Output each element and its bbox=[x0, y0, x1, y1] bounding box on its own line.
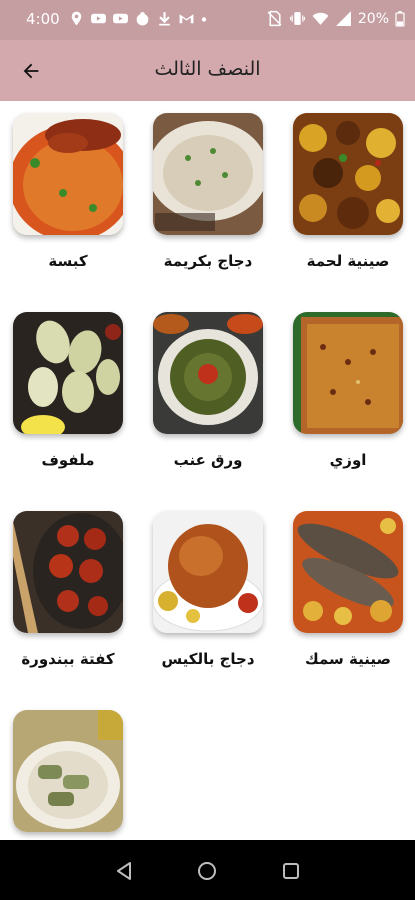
dot-icon bbox=[201, 17, 207, 22]
youtube-icon bbox=[91, 13, 106, 24]
kofta-tomato-photo bbox=[13, 511, 123, 633]
recipe-grid: صينية لحمة دجاج بكريمة كبسة اوزي ورق عنب… bbox=[0, 101, 415, 840]
system-nav-bar bbox=[0, 840, 415, 900]
gmail-icon bbox=[179, 14, 194, 24]
battery-icon bbox=[395, 11, 405, 27]
nav-back-icon[interactable] bbox=[113, 860, 135, 882]
creamy-chicken-photo bbox=[153, 113, 263, 235]
grape-leaves-photo bbox=[153, 312, 263, 434]
youtube-icon bbox=[113, 13, 128, 24]
download-icon bbox=[159, 12, 170, 26]
recipe-label: دجاج بكريمة bbox=[163, 252, 253, 270]
system-status-icons: 20% bbox=[266, 10, 405, 27]
notification-icons bbox=[68, 10, 208, 27]
nav-recents-icon[interactable] bbox=[280, 860, 302, 882]
recipe-label: كفتة ببندورة bbox=[21, 650, 115, 668]
status-time: 4:00 bbox=[26, 10, 60, 28]
cabbage-rolls-photo bbox=[13, 312, 123, 434]
recipe-label: كبسة bbox=[48, 252, 88, 270]
location-icon bbox=[71, 11, 82, 26]
recipe-label: ملفوف bbox=[41, 451, 95, 469]
recipe-label: صينية سمك bbox=[305, 650, 391, 668]
vibrate-icon bbox=[289, 12, 305, 25]
recipe-label: صينية لحمة bbox=[306, 252, 390, 270]
ouzi-photo bbox=[293, 312, 403, 434]
chef-icon bbox=[136, 12, 149, 26]
recipe-label: اوزي bbox=[329, 451, 367, 469]
fish-tray-photo bbox=[293, 511, 403, 633]
status-bar: 4:00 20% bbox=[0, 0, 415, 40]
no-sim-icon bbox=[267, 10, 282, 27]
recipe-label: دجاج بالكيس bbox=[161, 650, 255, 668]
recipe-label: ورق عنب bbox=[173, 451, 243, 469]
stuffed-rolls-photo bbox=[13, 710, 123, 832]
app-bar: النصف الثالث bbox=[0, 40, 415, 101]
meat-tray-photo bbox=[293, 113, 403, 235]
wifi-icon bbox=[312, 12, 329, 25]
bag-chicken-photo bbox=[153, 511, 263, 633]
signal-icon bbox=[335, 11, 351, 26]
kabsa-photo bbox=[13, 113, 123, 235]
battery-percent: 20% bbox=[357, 10, 389, 27]
page-title: النصف الثالث bbox=[154, 58, 261, 80]
nav-home-icon[interactable] bbox=[196, 860, 218, 882]
